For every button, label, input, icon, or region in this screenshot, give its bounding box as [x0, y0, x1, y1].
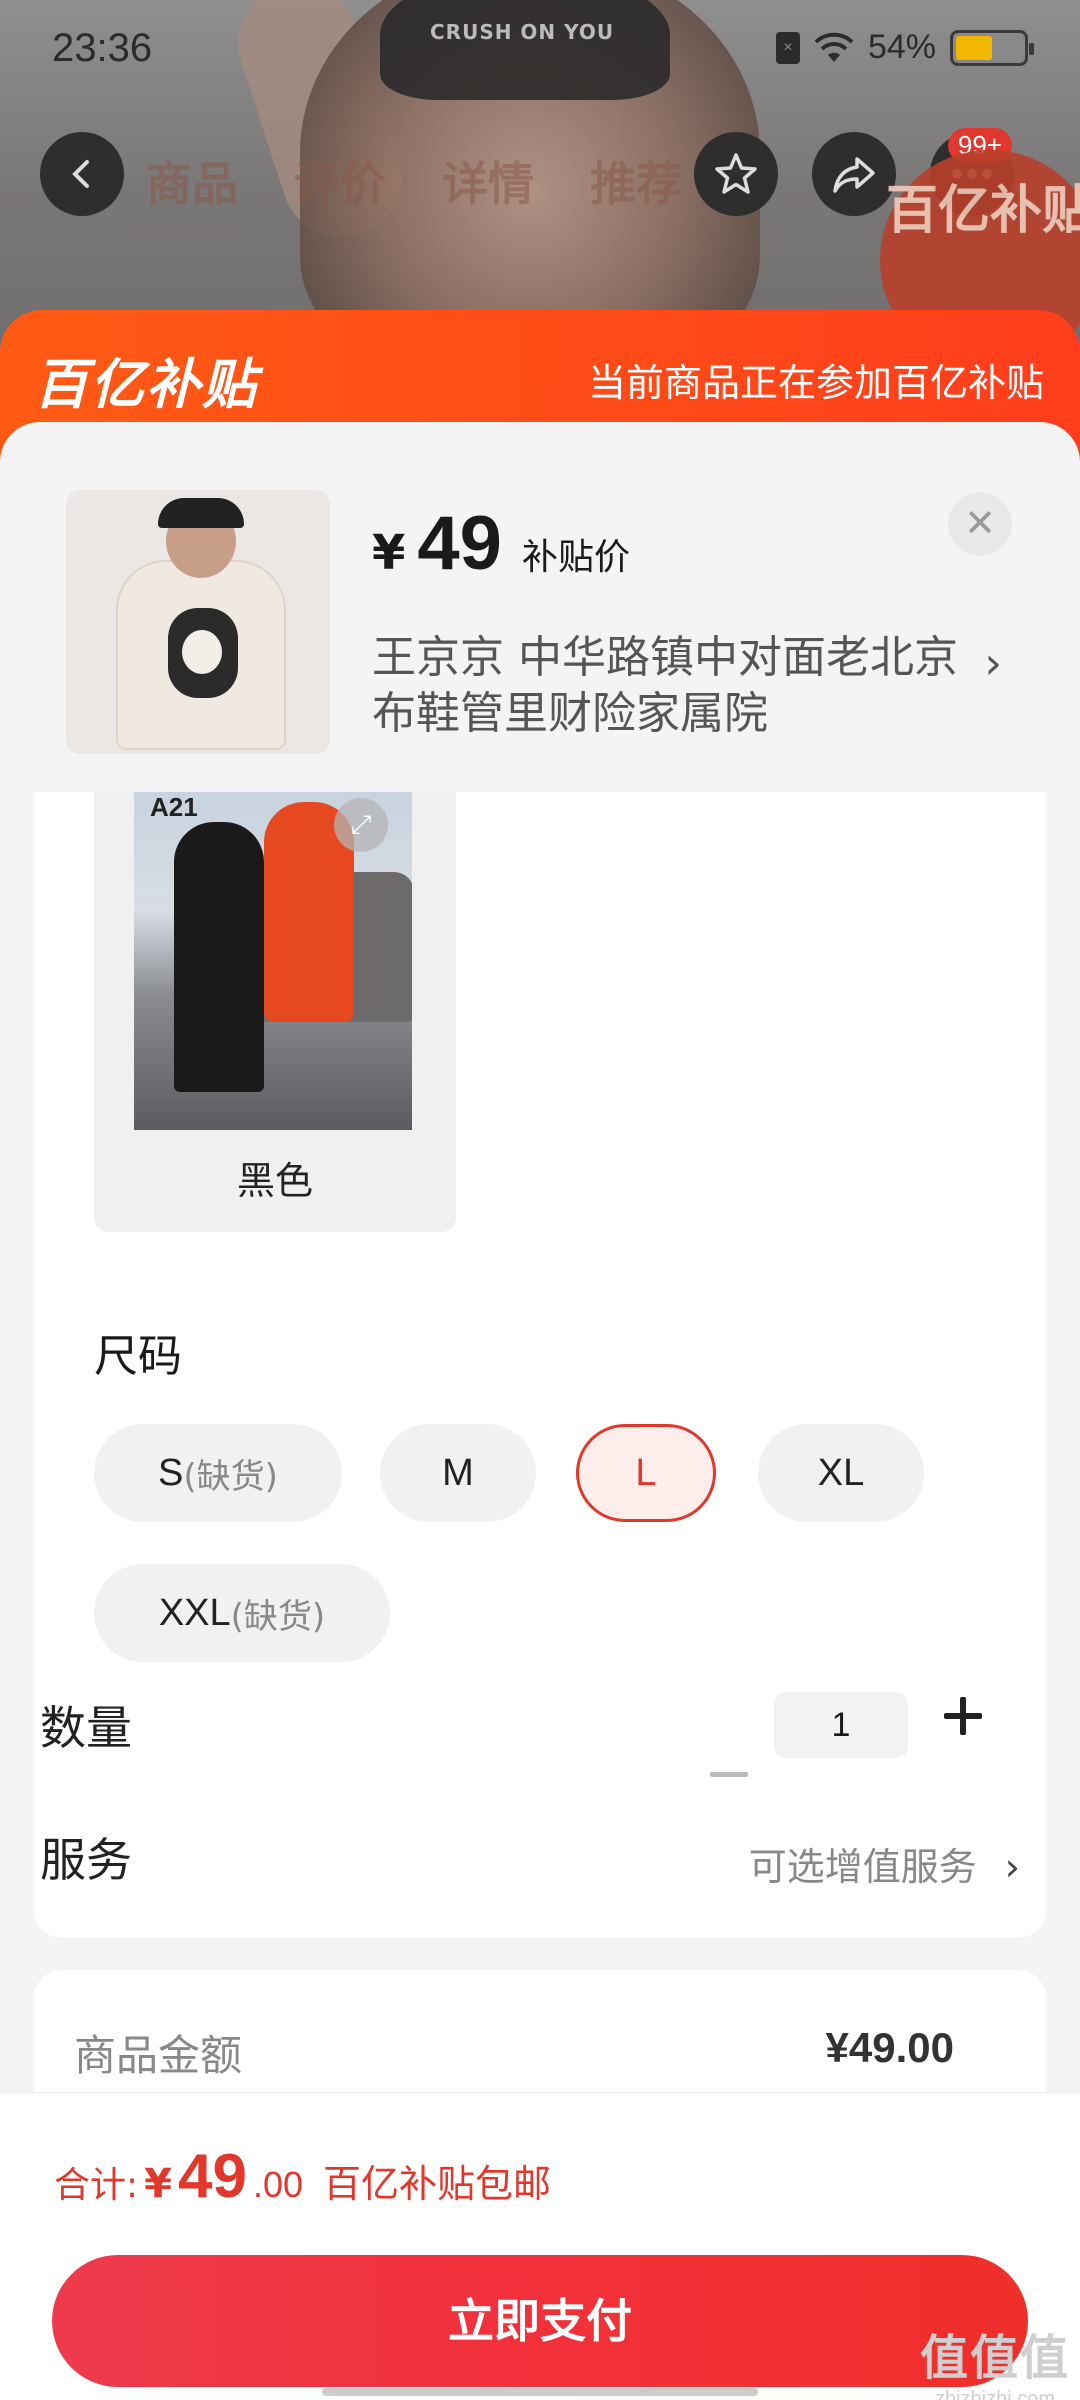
- color-image-person-black: [174, 822, 264, 1092]
- out-of-stock-note: (缺货): [230, 1596, 326, 1637]
- size-chip-xl[interactable]: XL: [758, 1424, 924, 1522]
- star-icon: [715, 153, 757, 194]
- watermark-url: zhizhizhi.com: [934, 2388, 1056, 2400]
- service-value: 可选增值服务: [748, 1845, 977, 1889]
- quantity-increase-button[interactable]: [944, 1684, 982, 1749]
- minus-icon: [710, 1772, 748, 1777]
- tab-goods[interactable]: 商品: [146, 148, 238, 214]
- goods-amount-value: ¥49.00: [825, 2024, 954, 2071]
- quantity-decrease-button[interactable]: [710, 1734, 748, 1790]
- status-icons: × 54%: [775, 28, 1034, 67]
- site-watermark: 值值值 zhizhizhi.com: [920, 2318, 1070, 2400]
- total-currency: ¥: [144, 2161, 172, 2207]
- price-value: 49: [417, 501, 502, 586]
- size-section-title: 尺码: [94, 1331, 182, 1382]
- close-button[interactable]: ✕: [948, 492, 1012, 556]
- color-option-black[interactable]: A21 ⤢ 黑色: [94, 792, 456, 1232]
- color-option-image: A21 ⤢: [134, 792, 412, 1130]
- sku-card: A21 ⤢ 黑色 尺码 S (缺货) M L XL XXL (缺货): [34, 792, 1046, 1938]
- thumbnail-print-face: [182, 630, 222, 674]
- total-line: 合计: ¥ 49 .00 百亿补贴包邮: [54, 2141, 551, 2212]
- sheet-header: ¥ 49 补贴价 王京京 中华路镇中对面老北京布鞋管里财险家属院 › ✕: [0, 422, 1080, 792]
- favorite-button[interactable]: [694, 132, 778, 216]
- subsidy-logo: 百亿补贴: [34, 353, 258, 416]
- wifi-icon: [814, 32, 854, 62]
- chevron-left-icon: [72, 160, 89, 188]
- out-of-stock-note: (缺货): [183, 1456, 278, 1497]
- status-time: 23:36: [52, 26, 153, 70]
- share-button[interactable]: [812, 132, 896, 216]
- price-row: ¥ 49 补贴价: [372, 500, 630, 587]
- goods-amount-label: 商品金额: [74, 2031, 243, 2080]
- battery-icon: [950, 29, 1034, 66]
- pay-now-button[interactable]: 立即支付: [52, 2255, 1028, 2387]
- back-button[interactable]: [40, 132, 124, 216]
- service-label: 服务: [40, 1833, 132, 1887]
- battery-percent: 54%: [867, 28, 936, 66]
- sim-card-icon: ×: [775, 31, 800, 64]
- size-chip-m[interactable]: M: [380, 1424, 536, 1522]
- price-tag: 补贴价: [521, 537, 630, 578]
- checkout-bar: 合计: ¥ 49 .00 百亿补贴包邮 立即支付: [0, 2092, 1080, 2400]
- share-icon: [833, 157, 875, 193]
- chevron-right-icon: ›: [1004, 1845, 1020, 1889]
- shipping-address[interactable]: 王京京 中华路镇中对面老北京布鞋管里财险家属院: [372, 630, 972, 742]
- thumbnail-hat: [158, 498, 244, 528]
- product-thumbnail[interactable]: [66, 490, 330, 754]
- status-bar: 23:36 × 54%: [0, 0, 1080, 100]
- tab-recommend[interactable]: 推荐: [590, 148, 682, 214]
- watermark-logo: 值值值: [919, 2330, 1070, 2386]
- home-indicator[interactable]: [322, 2388, 758, 2396]
- service-selector[interactable]: 可选增值服务 ›: [749, 1836, 1020, 1891]
- size-chip-label: XXL: [158, 1591, 231, 1634]
- size-chip-label: L: [635, 1451, 657, 1494]
- size-chip-label: M: [442, 1451, 474, 1494]
- quantity-label: 数量: [40, 1701, 132, 1755]
- total-integer: 49: [177, 2142, 247, 2211]
- size-chip-l-selected[interactable]: L: [576, 1424, 716, 1522]
- chevron-right-icon[interactable]: ›: [984, 638, 1002, 689]
- color-image-badge: A21: [150, 792, 198, 822]
- plus-icon: [944, 1697, 982, 1735]
- total-prefix: 合计:: [54, 2165, 139, 2206]
- battery-level: [956, 35, 992, 60]
- color-option-label: 黑色: [236, 1159, 313, 1203]
- product-tabs: 商品 评价 详情 推荐: [146, 148, 682, 214]
- tab-details[interactable]: 详情: [442, 148, 534, 214]
- expand-icon[interactable]: ⤢: [334, 798, 388, 852]
- size-chip-xxl[interactable]: XXL (缺货): [94, 1564, 390, 1662]
- size-chip-label: S: [158, 1451, 184, 1494]
- price-currency: ¥: [372, 525, 406, 581]
- size-chip-s[interactable]: S (缺货): [94, 1424, 342, 1522]
- subsidy-note: 当前商品正在参加百亿补贴: [587, 361, 1044, 405]
- shipping-note: 百亿补贴包邮: [323, 2162, 552, 2206]
- size-chip-label: XL: [817, 1451, 865, 1494]
- tab-reviews[interactable]: 评价: [294, 148, 386, 214]
- total-decimal: .00: [252, 2164, 303, 2205]
- quantity-input[interactable]: 1: [774, 1692, 908, 1758]
